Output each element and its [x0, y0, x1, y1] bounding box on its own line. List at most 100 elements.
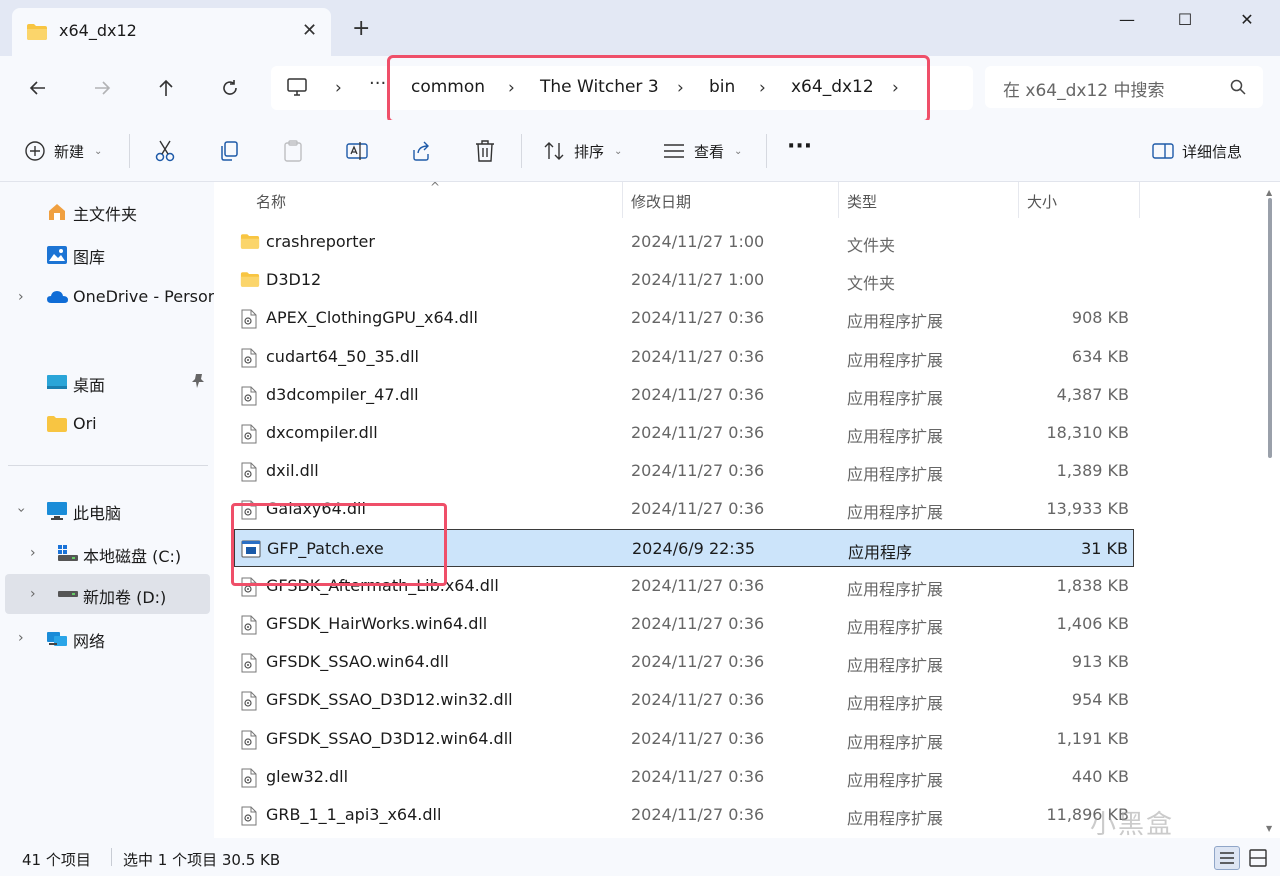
file-size: 1,838 KB: [1056, 575, 1129, 595]
back-button[interactable]: [24, 74, 52, 102]
file-type: 文件夹: [847, 236, 896, 255]
nav-item-drive-c[interactable]: › 本地磁盘 (C:): [0, 533, 210, 573]
file-row[interactable]: dxil.dll 2024/11/27 0:36 应用程序扩展 1,389 KB: [234, 452, 1134, 490]
file-row[interactable]: d3dcompiler_47.dll 2024/11/27 0:36 应用程序扩展 4…: [234, 376, 1134, 414]
details-pane-button[interactable]: 详细信息: [1152, 138, 1242, 164]
file-row[interactable]: cudart64_50_35.dll 2024/11/27 0:36 应用程序扩展 6…: [234, 338, 1134, 376]
refresh-button[interactable]: [216, 74, 244, 102]
file-row[interactable]: glew32.dll 2024/11/27 0:36 应用程序扩展 440 KB: [234, 758, 1134, 796]
column-divider[interactable]: [838, 182, 839, 218]
tab-x64-dx12[interactable]: x64_dx12 ✕: [12, 8, 331, 56]
plus-circle-icon: [25, 141, 45, 161]
chevron-right-icon[interactable]: ›: [18, 630, 24, 646]
file-type: 应用程序扩展: [847, 503, 944, 523]
file-date: 2024/11/27 0:36: [631, 308, 765, 328]
file-size: 634 KB: [1071, 346, 1129, 366]
file-type: 应用程序: [848, 542, 913, 562]
file-type: 应用程序扩展: [847, 350, 944, 370]
nav-item-ori[interactable]: Ori: [0, 404, 210, 444]
pc-icon[interactable]: [286, 77, 308, 101]
column-header-name[interactable]: 名称: [256, 191, 286, 212]
view-list-icon: [664, 144, 684, 158]
view-button-label: 查看: [694, 142, 725, 161]
new-tab-button[interactable]: +: [352, 18, 370, 40]
file-row[interactable]: GFSDK_SSAO.win64.dll 2024/11/27 0:36 应用程序扩…: [234, 643, 1134, 681]
tiles-view-icon: [1249, 849, 1267, 867]
dll-file-icon: [240, 348, 258, 372]
chevron-down-icon[interactable]: ›: [13, 507, 29, 513]
file-row[interactable]: crashreporter 2024/11/27 1:00 文件夹: [234, 223, 1134, 261]
cut-button[interactable]: [154, 138, 176, 164]
nav-label-home: 主文件夹: [73, 205, 138, 224]
chevron-right-icon[interactable]: ›: [30, 586, 36, 602]
pin-icon[interactable]: [191, 373, 205, 393]
nav-item-gallery[interactable]: 图库: [0, 234, 210, 274]
file-name: GFSDK_SSAO_D3D12.win64.dll: [266, 728, 513, 748]
file-date: 2024/11/27 0:36: [631, 614, 765, 633]
trash-icon: [476, 140, 494, 162]
file-size: 440 KB: [1071, 766, 1129, 786]
file-row[interactable]: dxcompiler.dll 2024/11/27 0:36 应用程序扩展 18,31…: [234, 414, 1134, 452]
sort-button[interactable]: 排序 ⌄: [542, 138, 622, 164]
file-date: 2024/11/27 0:36: [631, 652, 765, 672]
file-row[interactable]: GFSDK_HairWorks.win64.dll 2024/11/27 0:36…: [234, 605, 1134, 643]
file-row[interactable]: D3D12 2024/11/27 1:00 文件夹: [234, 261, 1134, 299]
close-window-button[interactable]: ✕: [1224, 10, 1270, 32]
maximize-button[interactable]: ☐: [1162, 10, 1208, 32]
status-bar: 41 个项目 选中 1 个项目 30.5 KB: [0, 838, 1280, 876]
nav-label-drive-c: 本地磁盘 (C:): [83, 547, 182, 566]
file-size: 18,310 KB: [1046, 423, 1129, 442]
nav-label-ori: Ori: [73, 414, 97, 433]
new-button[interactable]: 新建 ⌄: [24, 138, 102, 164]
copy-button[interactable]: [218, 138, 240, 164]
nav-item-desktop[interactable]: 桌面: [0, 362, 210, 402]
chevron-right-icon[interactable]: ›: [335, 78, 342, 98]
file-row[interactable]: GFSDK_SSAO_D3D12.win32.dll 2024/11/27 0:3…: [234, 681, 1134, 719]
tab-close-icon[interactable]: ✕: [302, 20, 317, 41]
paste-button[interactable]: [282, 138, 304, 164]
column-divider[interactable]: [622, 182, 623, 218]
file-row[interactable]: GFSDK_SSAO_D3D12.win64.dll 2024/11/27 0:3…: [234, 720, 1134, 758]
rename-button[interactable]: [345, 138, 369, 164]
column-header-type[interactable]: 类型: [847, 191, 877, 212]
nav-item-this-pc[interactable]: › 此电脑: [0, 490, 210, 530]
details-view-button[interactable]: [1214, 846, 1240, 870]
copy-icon: [221, 141, 238, 161]
scroll-down-arrow-icon[interactable]: ▼: [1266, 824, 1272, 833]
share-button[interactable]: [410, 138, 432, 164]
file-date: 2024/11/27 0:36: [631, 499, 765, 519]
up-button[interactable]: [152, 74, 180, 102]
search-input[interactable]: 在 x64_dx12 中搜索: [985, 66, 1263, 108]
column-divider[interactable]: [1018, 182, 1019, 218]
gallery-icon: [46, 245, 68, 269]
nav-item-drive-d[interactable]: › 新加卷 (D:): [5, 574, 210, 614]
large-icons-view-button[interactable]: [1246, 847, 1270, 873]
file-row[interactable]: APEX_ClothingGPU_x64.dll 2024/11/27 0:36 应…: [234, 299, 1134, 337]
chevron-right-icon[interactable]: ›: [18, 289, 24, 305]
forward-button[interactable]: [88, 74, 116, 102]
nav-item-home[interactable]: 主文件夹: [0, 191, 210, 231]
address-overflow-button[interactable]: ···: [369, 73, 386, 94]
nav-item-onedrive[interactable]: › OneDrive - Persor: [0, 277, 214, 317]
more-options-button[interactable]: ···: [787, 133, 812, 159]
nav-label-onedrive: OneDrive - Persor: [73, 287, 215, 306]
chevron-right-icon[interactable]: ›: [30, 545, 36, 561]
search-placeholder: 在 x64_dx12 中搜索: [1003, 81, 1165, 101]
scroll-up-arrow-icon[interactable]: ▲: [1266, 188, 1272, 197]
view-button[interactable]: 查看 ⌄: [662, 138, 742, 164]
nav-item-network[interactable]: › 网络: [0, 618, 210, 658]
column-divider[interactable]: [1139, 182, 1140, 218]
vertical-scrollbar[interactable]: ▲ ▼: [1266, 188, 1274, 836]
file-size: 1,191 KB: [1056, 728, 1129, 748]
minimize-button[interactable]: —: [1104, 10, 1150, 32]
file-name: GFSDK_HairWorks.win64.dll: [266, 614, 488, 633]
column-header-date[interactable]: 修改日期: [631, 191, 691, 212]
sort-ascending-icon: ^: [430, 180, 441, 194]
file-size: 908 KB: [1071, 308, 1129, 328]
delete-button[interactable]: [474, 138, 496, 164]
file-size: 13,933 KB: [1046, 499, 1129, 519]
scrollbar-thumb[interactable]: [1268, 198, 1272, 458]
file-row[interactable]: GRB_1_1_api3_x64.dll 2024/11/27 0:36 应用程序扩…: [234, 796, 1134, 834]
details-pane-label: 详细信息: [1182, 142, 1243, 161]
column-header-size[interactable]: 大小: [1027, 191, 1057, 212]
